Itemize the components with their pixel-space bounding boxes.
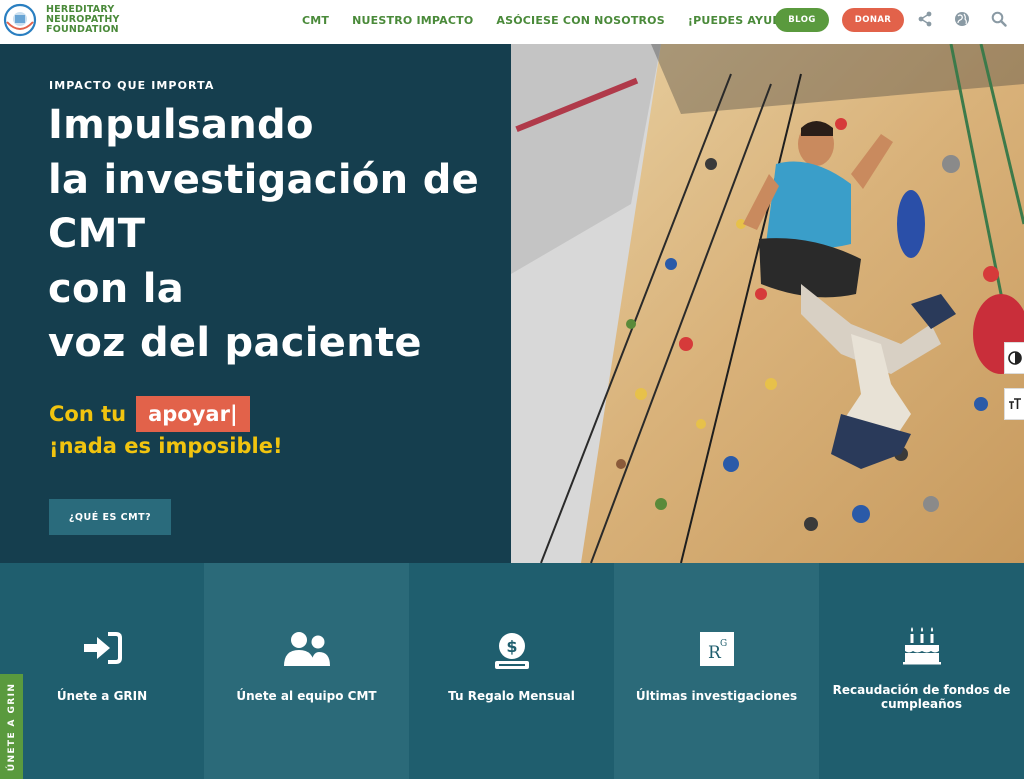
site-logo[interactable]: HEREDITARY NEUROPATHY FOUNDATION — [0, 2, 120, 38]
what-is-cmt-button[interactable]: ¿QUÉ ES CMT? — [49, 499, 171, 535]
nav-link-partner[interactable]: ASÓCIESE CON NOSOTROS — [496, 14, 664, 27]
side-tab-label: ÚNETE A GRIN — [6, 682, 17, 771]
contrast-icon — [1007, 351, 1022, 365]
nav-link-cmt[interactable]: CMT — [302, 14, 329, 27]
hero-headline: Impulsando la investigación de CMT con l… — [48, 98, 479, 371]
tile-label: Únete a GRIN — [56, 689, 148, 703]
sign-in-icon — [84, 632, 122, 664]
headline-line-1: Impulsando — [48, 102, 314, 148]
search-icon[interactable] — [990, 10, 1008, 28]
users-icon — [283, 632, 330, 666]
svg-text:G: G — [720, 639, 727, 649]
headline-line-5: voz del paciente — [48, 320, 422, 366]
tile-latest-research[interactable]: R G Últimas investigaciones — [614, 563, 819, 779]
donate-button[interactable]: DONAR — [842, 8, 904, 32]
nav-link-impact[interactable]: NUESTRO IMPACTO — [352, 14, 473, 27]
tagline-prefix: Con tu — [49, 402, 127, 426]
hero-tagline: Con tu apoyar| — [49, 396, 250, 432]
hero-eyebrow: IMPACTO QUE IMPORTA — [49, 79, 215, 92]
research-gate-icon: R G — [699, 632, 734, 666]
climbing-wall-photo — [511, 44, 1024, 563]
headline-line-4: con la — [48, 265, 185, 312]
svg-text:$: $ — [506, 637, 517, 656]
tile-birthday-fundraiser[interactable]: Recaudación de fondos de cumpleaños — [819, 563, 1024, 779]
typed-word: apoyar| — [136, 396, 250, 432]
birthday-cake-icon — [902, 627, 941, 665]
headline-line-2: la investigación de — [48, 156, 480, 203]
foundation-logo-icon — [3, 3, 37, 37]
site-header: HEREDITARY NEUROPATHY FOUNDATION CMT NUE… — [0, 0, 1024, 44]
logo-wordmark: HEREDITARY NEUROPATHY FOUNDATION — [46, 5, 120, 35]
tile-label: Únete al equipo CMT — [236, 689, 377, 703]
join-grin-side-tab[interactable]: ÚNETE A GRIN — [0, 674, 23, 779]
tile-label: Recaudación de fondos de cumpleaños — [832, 683, 1011, 711]
tile-label: Tu Regalo Mensual — [448, 689, 575, 703]
tagline-suffix: ¡nada es imposible! — [49, 434, 283, 458]
tile-label: Últimas investigaciones — [635, 689, 798, 703]
main-nav: CMT NUESTRO IMPACTO ASÓCIESE CON NOSOTRO… — [302, 0, 804, 40]
donation-icon: $ — [494, 633, 529, 669]
text-size-toggle[interactable] — [1004, 388, 1024, 420]
tile-join-grin[interactable]: Únete a GRIN — [0, 563, 204, 779]
text-size-icon — [1008, 398, 1021, 409]
logo-line-3: FOUNDATION — [46, 24, 119, 35]
quick-links: Únete a GRIN Únete al equipo CMT $ Tu Re… — [0, 563, 1024, 779]
share-icon[interactable] — [916, 10, 934, 28]
globe-icon[interactable] — [953, 10, 971, 28]
blog-button[interactable]: BLOG — [775, 8, 829, 32]
hero-image — [511, 44, 1024, 563]
tile-join-team[interactable]: Únete al equipo CMT — [204, 563, 409, 779]
contrast-toggle[interactable] — [1004, 342, 1024, 374]
headline-line-3: CMT — [48, 211, 146, 257]
tile-monthly-gift[interactable]: $ Tu Regalo Mensual — [409, 563, 614, 779]
